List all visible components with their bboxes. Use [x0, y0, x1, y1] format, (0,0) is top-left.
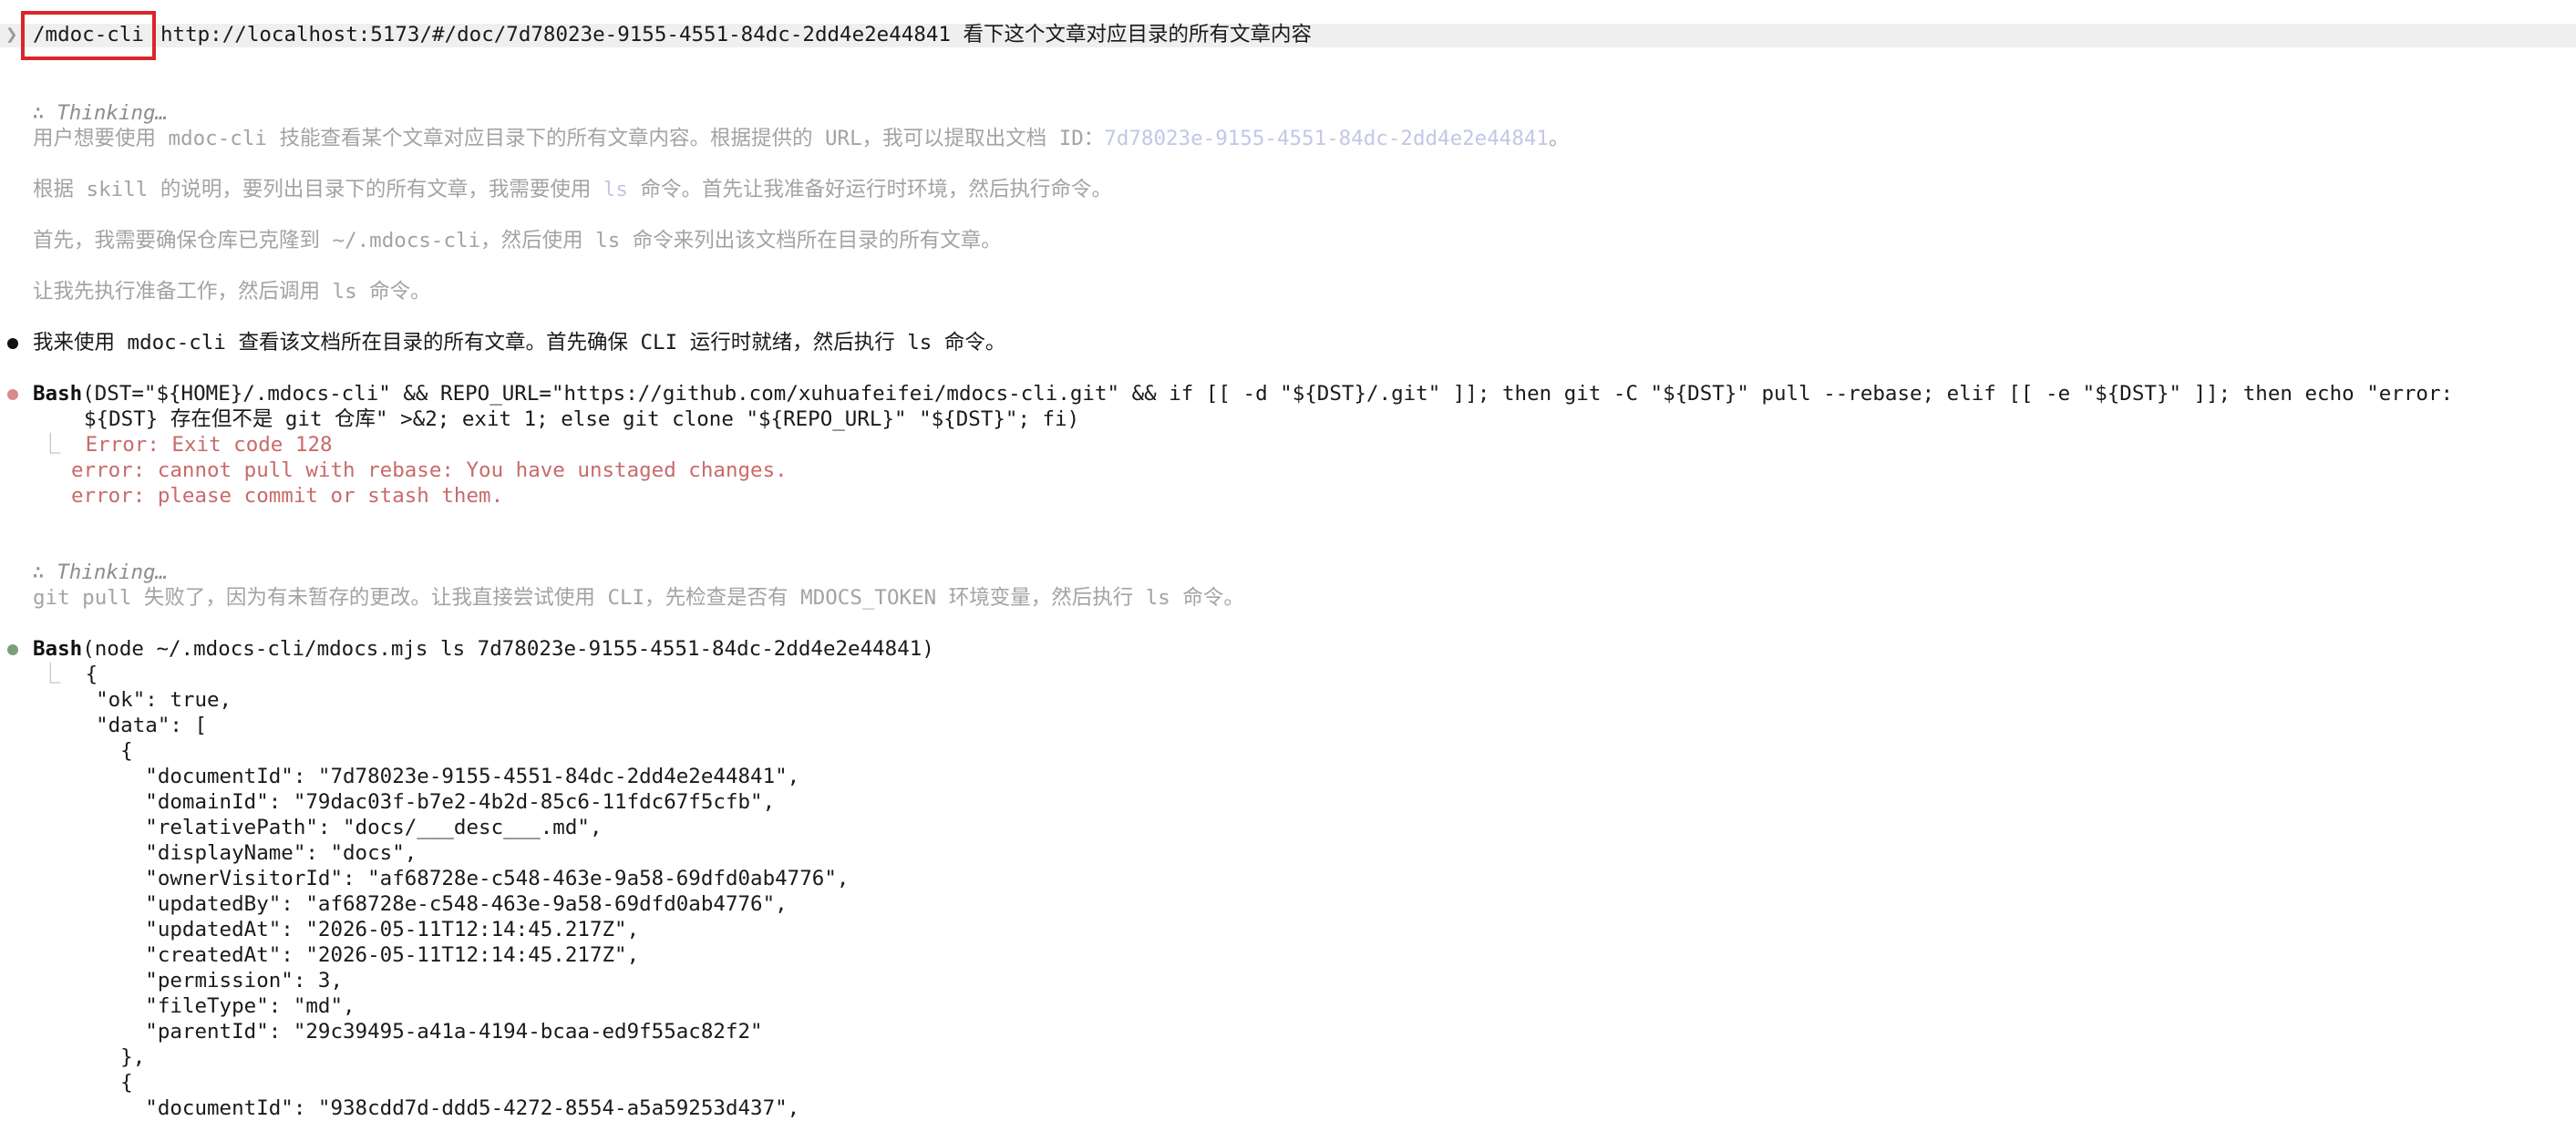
thinking-icon: ∴ [32, 560, 45, 584]
message-bullet-icon [7, 338, 18, 349]
json-output-line: "documentId": "7d78023e-9155-4551-84dc-2… [71, 765, 800, 788]
thinking-text: 命令。首先让我准备好运行时环境，然后执行命令。 [627, 178, 1113, 201]
bash-command: (node ~/.mdocs-cli/mdocs.mjs ls 7d78023e… [82, 637, 934, 661]
json-output-line: "domainId": "79dac03f-b7e2-4b2d-85c6-11f… [71, 790, 776, 814]
tool-result: ⎿ Error: Exit code 128 [40, 432, 333, 458]
thinking-label: Thinking… [57, 560, 169, 584]
slash-command[interactable]: /mdoc-cli [33, 22, 144, 47]
thinking-label: Thinking… [57, 101, 169, 125]
thinking-text: 。 [1548, 127, 1570, 150]
json-output-line: "updatedAt": "2026-05-11T12:14:45.217Z", [71, 918, 640, 941]
error-line: error: cannot pull with rebase: You have… [71, 458, 788, 482]
json-output-line: "updatedBy": "af68728e-c548-463e-9a58-69… [71, 892, 788, 916]
json-output-line: { [85, 663, 98, 686]
json-output-line: "data": [ [71, 714, 208, 737]
inline-code: ls [603, 178, 628, 201]
json-output-line: "parentId": "29c39495-a41a-4194-bcaa-ed9… [71, 1020, 763, 1044]
tool-name: Bash [33, 637, 83, 661]
json-output-line: "relativePath": "docs/___desc___.md", [71, 816, 603, 839]
document-id-highlight: 7d78023e-9155-4551-84dc-2dd4e2e44841 [1104, 127, 1549, 150]
tool-result: ⎿ { [40, 662, 98, 687]
json-output-line: "fileType": "md", [71, 994, 355, 1018]
bash-command-continued: ${DST} 存在但不是 git 仓库" >&2; exit 1; else g… [84, 407, 1080, 431]
json-output-line: "permission": 3, [71, 969, 344, 992]
thinking-paragraph: 根据 skill 的说明，要列出目录下的所有文章，我需要使用 ls 命令。首先让… [33, 177, 1112, 202]
json-output-line: }, [71, 1045, 146, 1069]
json-output-line: "displayName": "docs", [71, 841, 417, 865]
json-output-line: "createdAt": "2026-05-11T12:14:45.217Z", [71, 943, 640, 967]
thinking-text: 根据 skill 的说明，要列出目录下的所有文章，我需要使用 [33, 178, 603, 201]
tool-name: Bash [33, 382, 83, 406]
assistant-message: 我来使用 mdoc-cli 查看该文档所在目录的所有文章。首先确保 CLI 运行… [33, 331, 1006, 355]
tool-success-bullet-icon [7, 644, 18, 655]
error-line: Error: Exit code 128 [85, 433, 333, 457]
tree-connector-icon: ⎿ [40, 663, 61, 686]
thinking-text: 用户想要使用 mdoc-cli 技能查看某个文章对应目录下的所有文章内容。根据提… [33, 127, 1105, 150]
thinking-paragraph: 让我先执行准备工作，然后调用 ls 命令。 [33, 280, 431, 303]
json-output-line: "ok": true, [71, 688, 232, 712]
prompt-chevron-icon: ❯ [5, 23, 18, 46]
error-line: error: please commit or stash them. [71, 484, 504, 508]
thinking-icon: ∴ [32, 101, 45, 125]
thinking-paragraph: git pull 失败了，因为有未暂存的更改。让我直接尝试使用 CLI，先检查是… [33, 586, 1244, 610]
thinking-paragraph: 首先，我需要确保仓库已克隆到 ~/.mdocs-cli，然后使用 ls 命令来列… [33, 229, 1002, 252]
thinking-header: ∴ Thinking… [7, 534, 168, 584]
bash-call-line: Bash(DST="${HOME}/.mdocs-cli" && REPO_UR… [33, 381, 2453, 406]
json-output-line: { [71, 739, 133, 763]
bash-command: (DST="${HOME}/.mdocs-cli" && REPO_URL="h… [82, 382, 2454, 406]
tool-error-bullet-icon [7, 389, 18, 400]
prompt-args: http://localhost:5173/#/doc/7d78023e-915… [160, 23, 1312, 46]
tree-connector-icon: ⎿ [40, 433, 61, 457]
json-output-line: { [71, 1071, 133, 1095]
json-output-line: "documentId": "938cdd7d-ddd5-4272-8554-a… [71, 1096, 800, 1120]
thinking-paragraph: 用户想要使用 mdoc-cli 技能查看某个文章对应目录下的所有文章内容。根据提… [33, 126, 1569, 151]
bash-call-line: Bash(node ~/.mdocs-cli/mdocs.mjs ls 7d78… [33, 636, 934, 662]
thinking-header: ∴ Thinking… [7, 75, 168, 125]
json-output-line: "ownerVisitorId": "af68728e-c548-463e-9a… [71, 867, 850, 890]
